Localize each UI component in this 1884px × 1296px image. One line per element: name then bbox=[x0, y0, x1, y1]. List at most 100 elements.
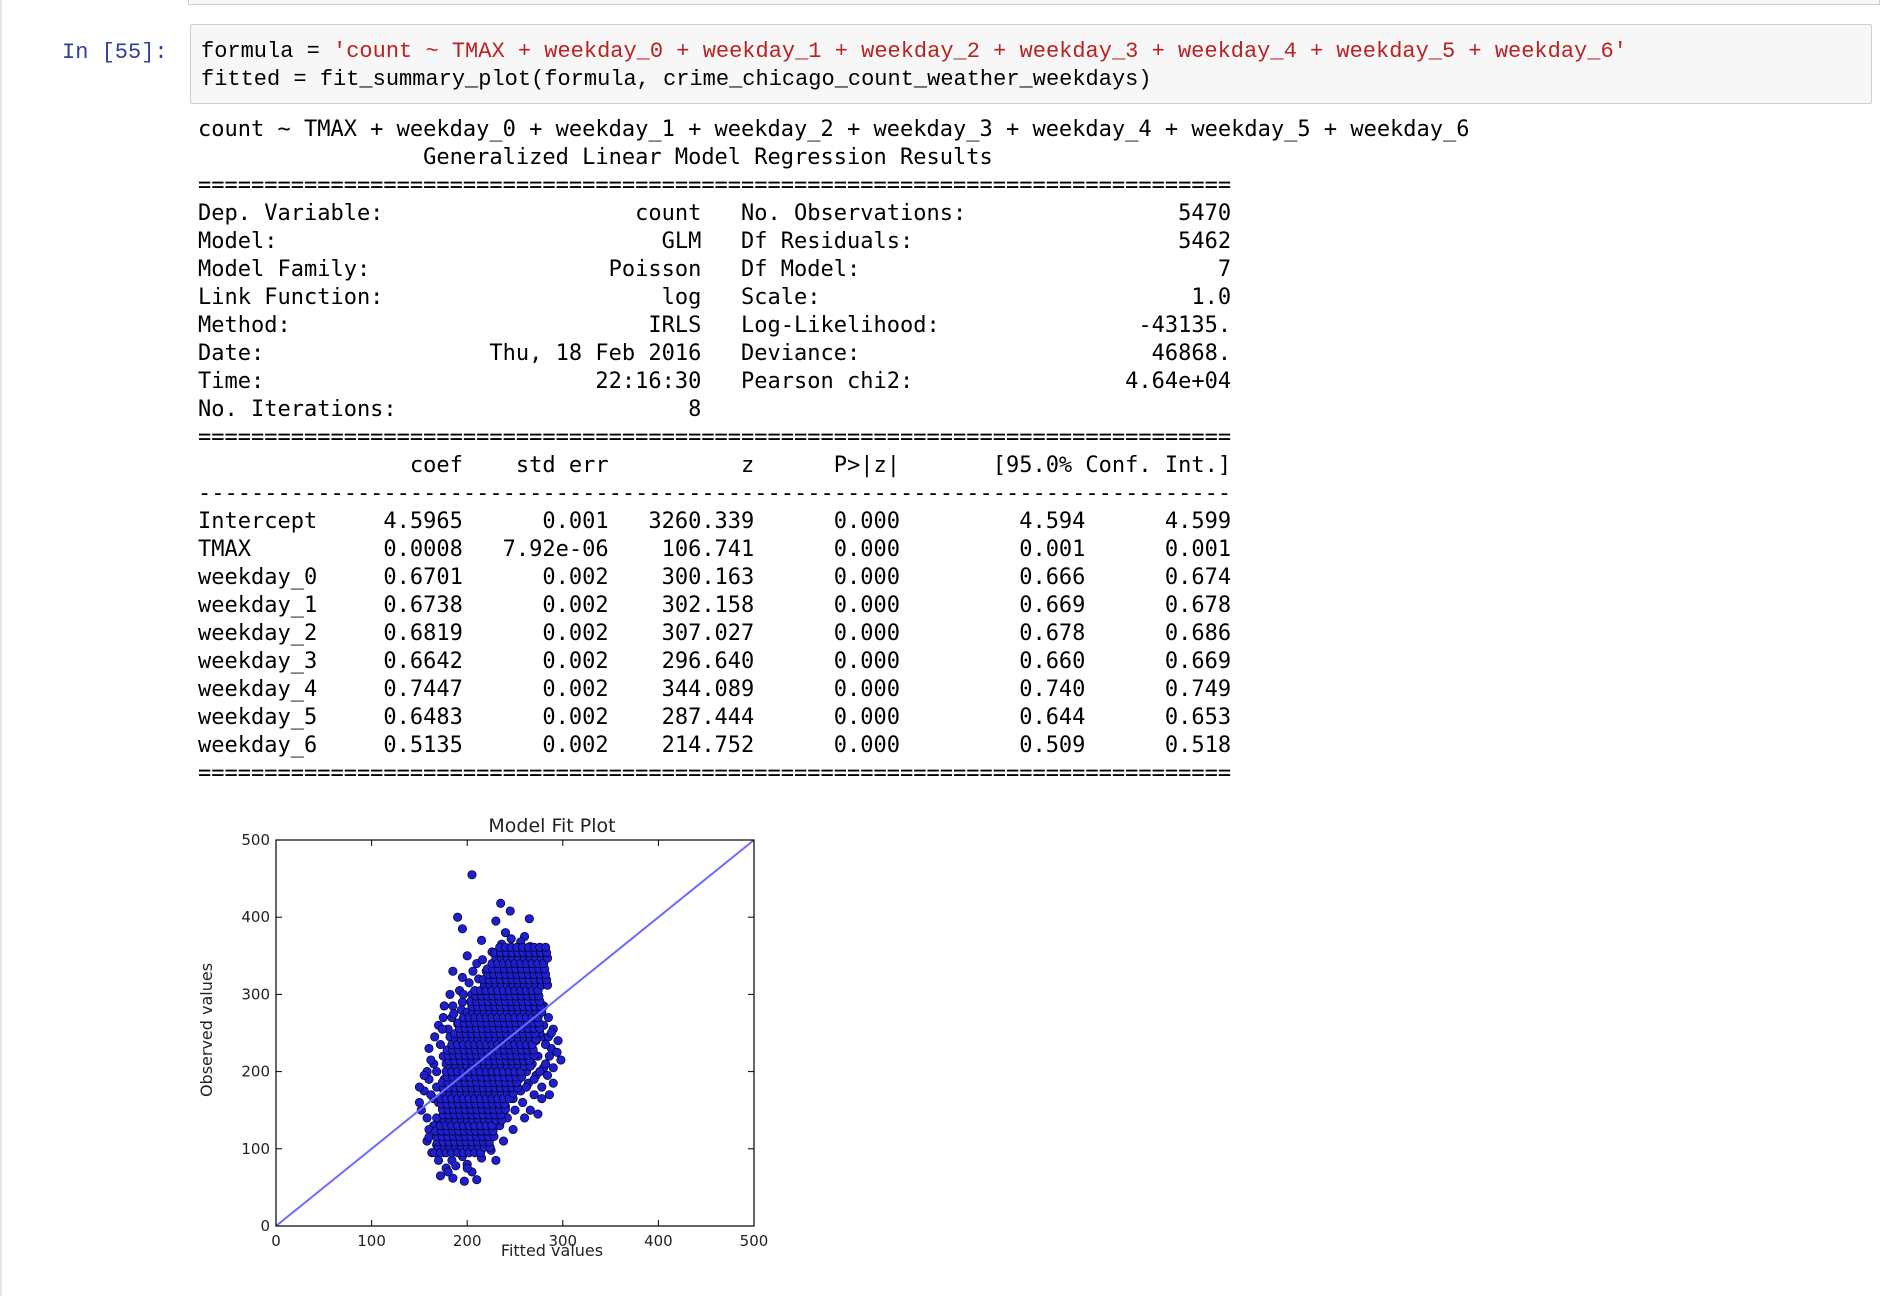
coef-row: TMAX 0.0008 7.92e-06 106.741 0.000 0.001… bbox=[198, 537, 1232, 562]
data-point bbox=[537, 1094, 547, 1104]
coef-row: Intercept 4.5965 0.001 3260.339 0.000 4.… bbox=[198, 509, 1232, 534]
info-row: Model: GLM Df Residuals: 5462 bbox=[198, 229, 1232, 254]
data-point bbox=[505, 906, 515, 916]
data-point bbox=[439, 1001, 449, 1011]
info-row: Date: Thu, 18 Feb 2016 Deviance: 46868. bbox=[198, 341, 1232, 366]
data-point bbox=[414, 1097, 424, 1108]
data-point bbox=[552, 1047, 562, 1057]
data-point bbox=[448, 966, 458, 976]
code-line-2[interactable]: fitted = fit_summary_plot(formula, crime… bbox=[201, 67, 1152, 92]
data-point bbox=[518, 1097, 528, 1108]
data-point bbox=[537, 1082, 547, 1092]
data-point bbox=[472, 1175, 482, 1185]
data-point bbox=[458, 989, 468, 999]
y-tick-label: 400 bbox=[241, 908, 270, 926]
data-point bbox=[438, 1013, 448, 1023]
chart-title: Model Fit Plot bbox=[488, 815, 615, 837]
data-point bbox=[419, 1070, 429, 1081]
info-row: Dep. Variable: count No. Observations: 5… bbox=[198, 201, 1232, 226]
data-point bbox=[508, 1124, 518, 1135]
data-point bbox=[424, 1132, 434, 1142]
data-point bbox=[491, 916, 501, 926]
info-row: No. Iterations: 8 bbox=[198, 397, 702, 422]
y-tick-label: 100 bbox=[241, 1140, 270, 1158]
data-point bbox=[491, 1155, 501, 1165]
data-point bbox=[521, 1082, 532, 1092]
data-point bbox=[468, 966, 478, 976]
coef-row: weekday_1 0.6738 0.002 302.158 0.000 0.6… bbox=[198, 593, 1232, 618]
previous-cell-output-edge bbox=[188, 0, 1880, 5]
x-tick-label: 0 bbox=[271, 1232, 281, 1250]
data-point bbox=[556, 1055, 566, 1065]
summary-title: Generalized Linear Model Regression Resu… bbox=[423, 145, 993, 170]
data-point bbox=[544, 1090, 554, 1100]
data-point bbox=[424, 1043, 434, 1053]
data-point bbox=[498, 1136, 509, 1146]
data-point bbox=[520, 1113, 530, 1123]
data-point bbox=[548, 1063, 558, 1073]
coef-row: weekday_0 0.6701 0.002 300.163 0.000 0.6… bbox=[198, 565, 1232, 590]
data-point bbox=[430, 1032, 440, 1042]
separator: ========================================… bbox=[198, 425, 1232, 450]
y-tick-label: 300 bbox=[241, 985, 270, 1003]
data-point bbox=[529, 1090, 539, 1100]
data-point bbox=[510, 1105, 520, 1115]
model-fit-plot: Model Fit Plot 0 100 200 300 400 500010020030… bbox=[197, 815, 768, 1260]
code-line-1-prefix: formula = bbox=[201, 39, 334, 64]
data-point bbox=[548, 1078, 558, 1088]
data-point bbox=[553, 1036, 563, 1046]
data-point bbox=[445, 989, 455, 999]
plot-area: 0 100 200 300 400 5000100200300400500 bbox=[241, 831, 768, 1250]
info-row: Time: 22:16:30 Pearson chi2: 4.64e+04 bbox=[198, 369, 1232, 394]
data-point bbox=[453, 912, 463, 922]
data-point bbox=[448, 1001, 458, 1011]
data-point bbox=[462, 951, 472, 961]
separator: ========================================… bbox=[198, 173, 1232, 198]
coef-row: weekday_4 0.7447 0.002 344.089 0.000 0.7… bbox=[198, 677, 1232, 702]
code-input-area[interactable]: formula = 'count ~ TMAX + weekday_0 + we… bbox=[190, 24, 1872, 104]
coef-row: weekday_6 0.5135 0.002 214.752 0.000 0.5… bbox=[198, 733, 1232, 758]
separator: ----------------------------------------… bbox=[198, 481, 1232, 506]
x-tick-label: 200 bbox=[453, 1232, 482, 1250]
x-tick-label: 400 bbox=[644, 1232, 673, 1250]
data-point bbox=[422, 1113, 432, 1123]
info-row: Link Function: log Scale: 1.0 bbox=[198, 285, 1232, 310]
data-point bbox=[542, 1070, 553, 1081]
data-point bbox=[432, 1067, 442, 1077]
cell-prompt: In [55]: bbox=[62, 40, 168, 65]
data-point bbox=[443, 1167, 453, 1177]
formula-echo: count ~ TMAX + weekday_0 + weekday_1 + w… bbox=[198, 117, 1470, 142]
data-point bbox=[435, 1171, 445, 1181]
y-tick-label: 0 bbox=[260, 1217, 270, 1235]
y-axis-label: Observed values bbox=[197, 963, 216, 1097]
x-axis-label: Fitted values bbox=[501, 1241, 603, 1260]
coef-row: weekday_3 0.6642 0.002 296.640 0.000 0.6… bbox=[198, 649, 1232, 674]
code-line-1[interactable]: formula = 'count ~ TMAX + weekday_0 + we… bbox=[201, 39, 1627, 64]
info-row: Model Family: Poisson Df Model: 7 bbox=[198, 257, 1232, 282]
data-point bbox=[525, 1105, 535, 1115]
data-point bbox=[457, 924, 467, 934]
data-point bbox=[459, 1176, 469, 1186]
data-point bbox=[541, 1059, 551, 1069]
data-point bbox=[414, 1082, 424, 1092]
data-point bbox=[541, 942, 551, 952]
data-point bbox=[433, 1155, 444, 1165]
coef-row: weekday_2 0.6819 0.002 307.027 0.000 0.6… bbox=[198, 621, 1232, 646]
formula-string: 'count ~ TMAX + weekday_0 + weekday_1 + … bbox=[333, 39, 1627, 64]
data-point bbox=[426, 1055, 436, 1065]
data-point bbox=[544, 1051, 554, 1061]
data-point bbox=[451, 1161, 461, 1171]
y-tick-label: 500 bbox=[241, 831, 270, 849]
data-point bbox=[467, 870, 477, 880]
data-point bbox=[457, 997, 467, 1007]
x-tick-label: 500 bbox=[740, 1232, 769, 1250]
data-point bbox=[464, 978, 474, 988]
data-point bbox=[529, 1074, 539, 1084]
data-point bbox=[524, 914, 534, 924]
data-point bbox=[506, 934, 516, 944]
data-point bbox=[462, 1163, 472, 1173]
regression-summary-output: count ~ TMAX + weekday_0 + weekday_1 + w… bbox=[198, 116, 1470, 788]
data-point bbox=[437, 1024, 447, 1034]
coef-header: coef std err z P>|z| [95.0% Conf. Int.] bbox=[409, 453, 1232, 478]
x-tick-label: 100 bbox=[357, 1232, 386, 1250]
